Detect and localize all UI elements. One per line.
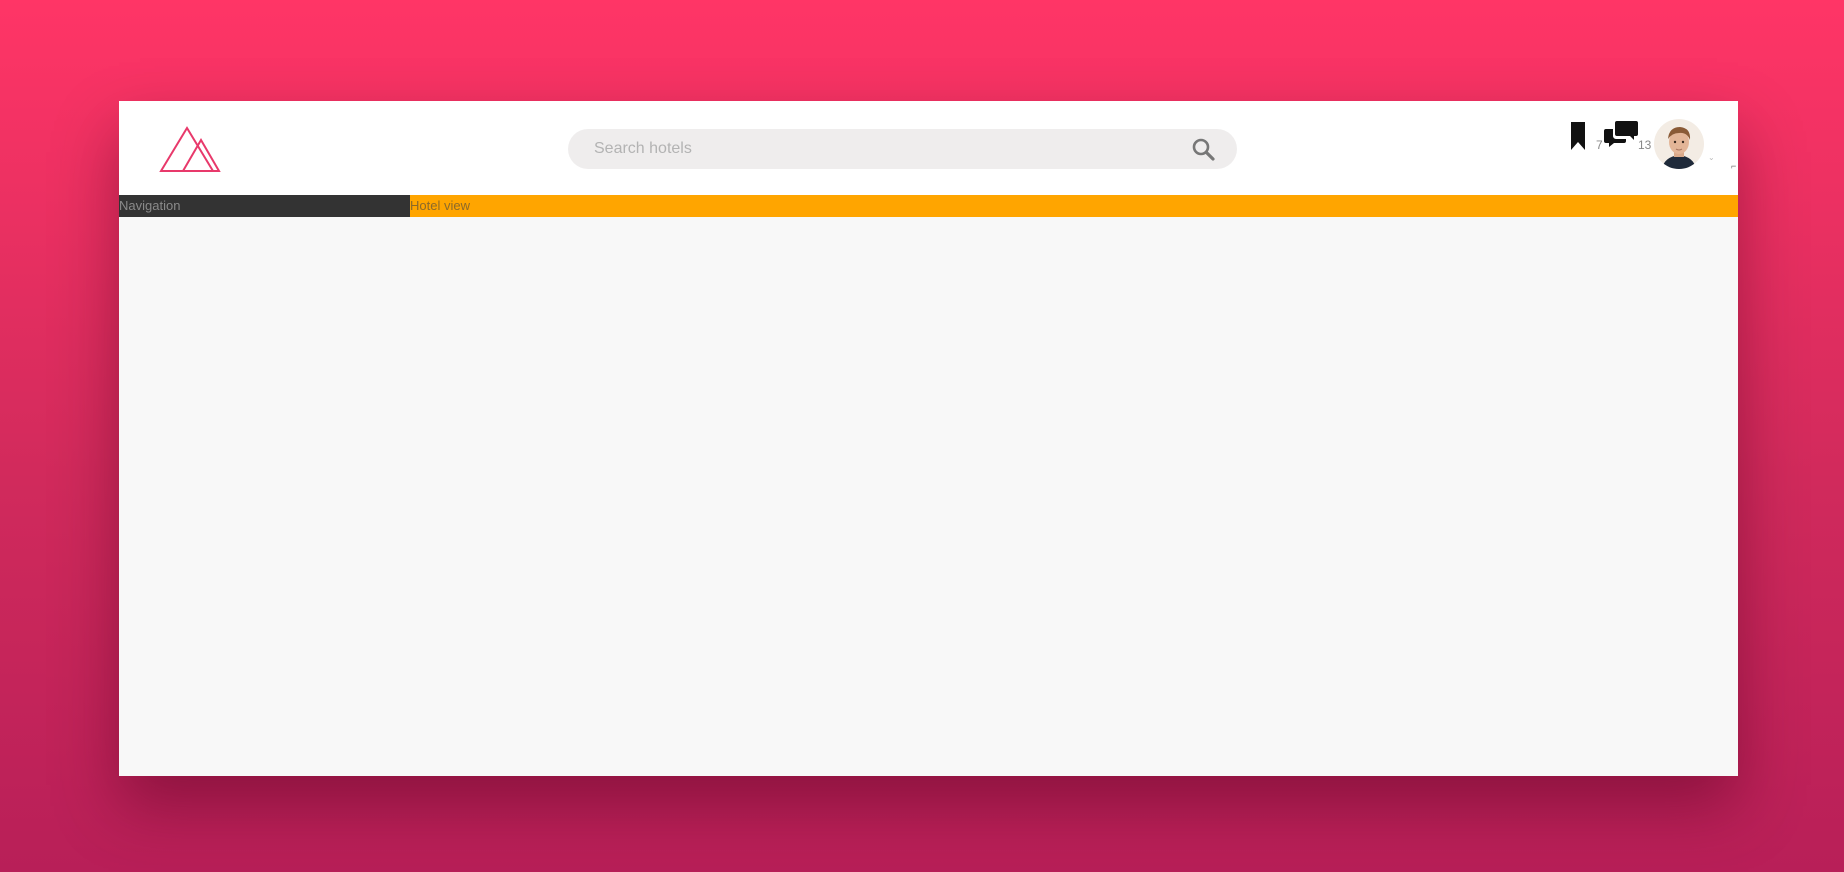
bookmark-count: 7: [1596, 138, 1603, 152]
hotel-view-bar: Hotel view: [410, 195, 1738, 217]
header: 7 13 ⌄ ⌐: [119, 101, 1738, 195]
hotel-view-label: Hotel view: [410, 198, 470, 213]
navigation-label: Navigation: [119, 198, 181, 213]
message-count: 13: [1638, 138, 1652, 152]
app-window: 7 13 ⌄ ⌐ Navigation Hotel view: [119, 101, 1738, 776]
bookmark-icon[interactable]: [1570, 121, 1586, 151]
chat-icon[interactable]: [1604, 119, 1638, 149]
avatar-portrait: [1654, 119, 1704, 169]
edge-mark: ⌐: [1731, 161, 1737, 171]
main-content-area: [119, 217, 1738, 776]
search-icon[interactable]: [1191, 137, 1215, 161]
avatar-dropdown-caret[interactable]: ⌄: [1708, 153, 1715, 162]
navigation-bar: Navigation: [119, 195, 410, 217]
logo-mountains-icon: [159, 126, 221, 172]
search-input[interactable]: [594, 129, 1154, 169]
search-bar: [568, 129, 1237, 169]
logo[interactable]: [159, 125, 223, 173]
user-avatar[interactable]: [1654, 119, 1704, 169]
